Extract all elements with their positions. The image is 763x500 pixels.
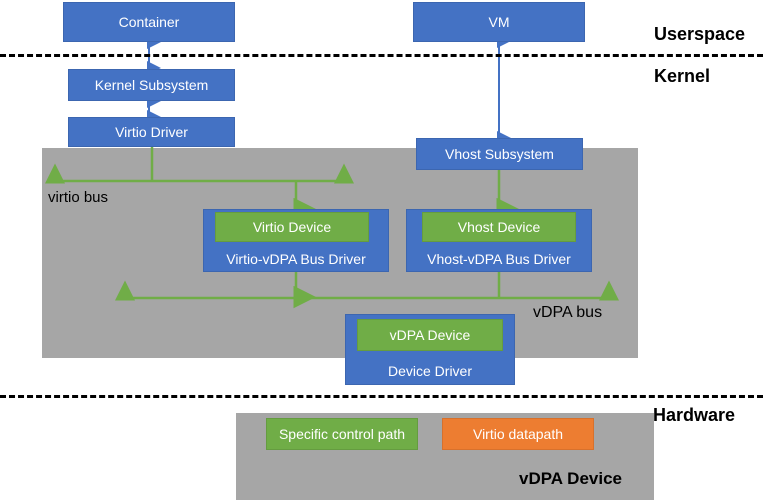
box-vhost-subsystem[interactable]: Vhost Subsystem [416,138,583,170]
layer-label-hardware-text: Hardware [653,405,736,425]
box-virtio-device-label: Virtio Device [252,218,332,235]
box-virtio-datapath[interactable]: Virtio datapath [442,418,594,450]
box-container[interactable]: Container [63,2,235,42]
box-vhost-subsystem-label: Vhost Subsystem [445,145,554,162]
layer-label-hardware: Hardware [653,405,735,426]
hardware-vdpa-device-text: vDPA Device [519,469,622,488]
box-vhost-vdpa-bus-driver-label: Vhost-vDPA Bus Driver [427,250,571,267]
box-container-label: Container [118,13,180,30]
box-vhost-device[interactable]: Vhost Device [422,212,576,242]
layer-label-kernel-text: Kernel [654,66,711,86]
box-virtio-driver[interactable]: Virtio Driver [68,117,235,147]
virtio-bus-label: virtio bus [48,189,108,206]
box-vhost-device-label: Vhost Device [457,218,541,235]
box-specific-control-path[interactable]: Specific control path [266,418,418,450]
box-vm[interactable]: VM [413,2,585,42]
box-specific-control-path-label: Specific control path [278,425,406,442]
layer-label-kernel: Kernel [654,66,710,87]
hardware-vdpa-device-label: vDPA Device [519,469,622,489]
box-virtio-device[interactable]: Virtio Device [215,212,369,242]
box-device-driver-label: Device Driver [387,362,472,379]
vdpa-bus-label: vDPA bus [533,304,602,322]
box-vdpa-device-software[interactable]: vDPA Device [357,319,503,351]
vdpa-bus-text: vDPA bus [533,304,603,321]
layer-label-userspace-text: Userspace [654,24,746,44]
divider-userspace-kernel [0,54,763,57]
virtio-bus-text: virtio bus [48,189,109,206]
box-virtio-datapath-label: Virtio datapath [472,425,564,442]
box-vdpa-device-software-label: vDPA Device [389,326,471,343]
box-virtio-vdpa-bus-driver-label: Virtio-vDPA Bus Driver [226,250,366,267]
box-vm-label: VM [488,13,510,30]
box-kernel-subsystem-label: Kernel Subsystem [94,76,209,93]
divider-kernel-hardware [0,395,763,398]
box-virtio-driver-label: Virtio Driver [115,123,188,140]
box-kernel-subsystem[interactable]: Kernel Subsystem [68,69,235,101]
diagram-canvas: Container VM Kernel Subsystem Virtio Dri… [0,0,763,500]
layer-label-userspace: Userspace [654,24,745,45]
